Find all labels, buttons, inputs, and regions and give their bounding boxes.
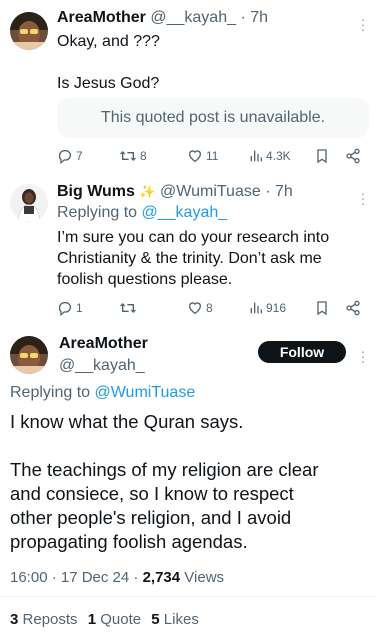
- repost-button[interactable]: 8: [119, 145, 147, 167]
- avatar[interactable]: [10, 12, 48, 50]
- views-count: 2,734: [142, 569, 181, 586]
- avatar[interactable]: [10, 184, 48, 222]
- post-text: other people's religion, and I avoid: [10, 507, 292, 528]
- repost-count: 8: [140, 149, 147, 163]
- avatar-image: [10, 336, 48, 374]
- likes-stat[interactable]: 5 Likes: [151, 611, 199, 628]
- main-post: AreaMother @__kayah_ Follow · · · Replying…: [0, 324, 376, 632]
- quotes-stat[interactable]: 1 Quote: [88, 611, 146, 628]
- reposts-label: Reposts: [22, 611, 78, 628]
- post-text: I know what the Quran says.: [10, 411, 244, 432]
- views-label: Views: [184, 569, 225, 586]
- like-count: 11: [206, 149, 219, 163]
- more-options-icon[interactable]: · · ·: [356, 344, 370, 368]
- post-text: Is Jesus God?: [57, 75, 160, 92]
- reply-button[interactable]: 1: [57, 297, 83, 319]
- likes-count: 5: [151, 611, 160, 628]
- quoted-post-unavailable: This quoted post is unavailable.: [57, 98, 369, 138]
- share-button[interactable]: [345, 297, 361, 319]
- share-icon: [346, 300, 360, 316]
- reply-icon: [58, 150, 71, 164]
- likes-label: Likes: [163, 611, 199, 628]
- post-text: propagating foolish agendas.: [10, 531, 248, 552]
- action-bar: 7 8 11 4.3K: [57, 145, 367, 167]
- handle[interactable]: @__kayah_: [59, 357, 145, 375]
- display-name[interactable]: Big Wums: [57, 183, 135, 200]
- replying-to-handle[interactable]: @__kayah_: [142, 204, 228, 221]
- like-icon: [188, 302, 202, 315]
- post-body: I know what the Quran says. The teaching…: [10, 410, 318, 554]
- timestamp[interactable]: · 7h: [240, 9, 268, 26]
- avatar-image: [10, 184, 48, 222]
- more-options-icon[interactable]: · · ·: [356, 12, 370, 36]
- avatar-image: [10, 12, 48, 50]
- bookmark-icon: [317, 149, 327, 164]
- like-button[interactable]: 11: [187, 145, 218, 167]
- repost-icon: [120, 303, 136, 313]
- bookmark-icon: [317, 301, 327, 316]
- view-count: 916: [266, 301, 287, 315]
- display-name[interactable]: AreaMother: [59, 335, 148, 353]
- like-icon: [188, 150, 202, 163]
- sparkles-icon: ✨: [139, 184, 156, 199]
- replying-to-handle[interactable]: @WumiTuase: [95, 384, 196, 401]
- bookmark-button[interactable]: [315, 297, 329, 319]
- bookmark-button[interactable]: [315, 145, 329, 167]
- replying-to-label: Replying to: [57, 204, 138, 221]
- replying-to-label: Replying to: [10, 384, 91, 401]
- handle[interactable]: @WumiTuase: [160, 183, 261, 200]
- action-bar: 1 8 916: [57, 297, 367, 319]
- views-button[interactable]: 916: [249, 297, 286, 319]
- share-icon: [346, 148, 360, 164]
- handle[interactable]: @__kayah_: [150, 9, 236, 26]
- view-count: 4.3K: [266, 149, 291, 163]
- share-button[interactable]: [345, 145, 361, 167]
- post-bigwums[interactable]: Big Wums ✨ @WumiTuase · 7h · · · Replying …: [0, 176, 376, 324]
- like-count: 8: [206, 301, 213, 315]
- post-text: and consiece, so I know to respect: [10, 483, 294, 504]
- display-name[interactable]: AreaMother: [57, 9, 146, 26]
- reply-icon: [58, 302, 71, 316]
- views-button[interactable]: 4.3K: [249, 145, 291, 167]
- reply-count: 1: [76, 301, 83, 315]
- reply-count: 7: [76, 149, 83, 163]
- post-text: Christianity & the trinity. Don’t ask me: [57, 250, 322, 267]
- post-text: The teachings of my religion are clear: [10, 459, 319, 480]
- views-icon: [250, 302, 262, 314]
- reply-button[interactable]: 7: [57, 145, 83, 167]
- post-timestamp[interactable]: 16:00 · 17 Dec 24 ·: [10, 569, 143, 586]
- more-options-icon[interactable]: · · ·: [356, 186, 370, 210]
- timestamp[interactable]: · 7h: [265, 183, 293, 200]
- post-areamother-1[interactable]: AreaMother @__kayah_ · 7h · · · Okay, and …: [0, 0, 376, 176]
- like-button[interactable]: 8: [187, 297, 213, 319]
- quotes-count: 1: [87, 611, 97, 628]
- views-icon: [250, 150, 262, 162]
- post-text: foolish questions please.: [57, 271, 233, 288]
- quotes-label: Quote: [100, 611, 142, 628]
- divider: [0, 596, 376, 597]
- repost-button[interactable]: [119, 297, 140, 319]
- follow-button[interactable]: Follow: [258, 341, 346, 363]
- avatar[interactable]: [10, 336, 48, 374]
- reposts-stat[interactable]: 3 Reposts: [10, 611, 82, 628]
- post-text: I’m sure you can do your research into: [57, 229, 330, 246]
- repost-icon: [120, 151, 136, 161]
- post-text: Okay, and ???: [57, 33, 160, 50]
- reposts-count: 3: [10, 611, 19, 628]
